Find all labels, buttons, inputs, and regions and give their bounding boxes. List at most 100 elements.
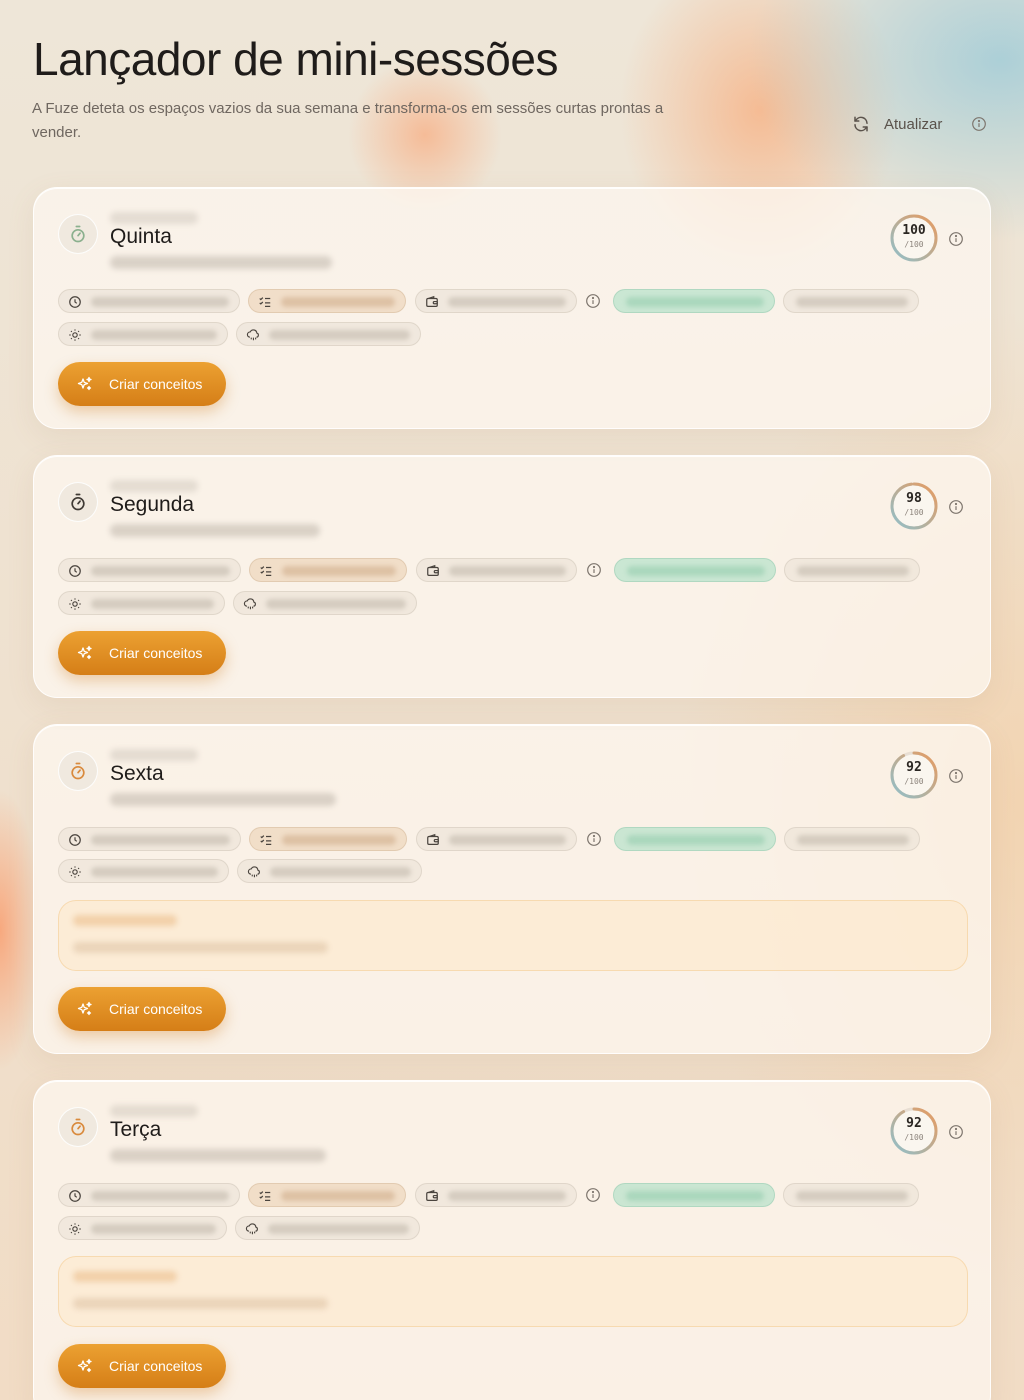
sparkles-icon (77, 1358, 92, 1373)
price-chip (416, 558, 577, 582)
score-ring-graphic (890, 751, 938, 799)
checklist-icon (260, 835, 272, 845)
timer-badge (58, 482, 98, 522)
info-icon[interactable] (948, 231, 964, 247)
create-concepts-button[interactable]: Criar conceitos (58, 987, 226, 1031)
create-concepts-label: Criar conceitos (109, 1001, 203, 1017)
page-subtitle: A Fuze deteta os espaços vazios da sua s… (32, 100, 664, 141)
create-concepts-button[interactable]: Criar conceitos (58, 631, 226, 675)
score-value: 100 (902, 223, 926, 238)
time-chip (58, 289, 240, 313)
time-chip (58, 827, 241, 851)
sparkles-icon (77, 645, 92, 660)
info-icon[interactable] (948, 499, 964, 515)
info-icon[interactable] (971, 116, 987, 132)
score-value: 98 (906, 491, 922, 506)
day-title: Terça (110, 1118, 162, 1141)
refresh-icon (854, 116, 868, 132)
tip-box (58, 1256, 968, 1327)
demand-chip (613, 1183, 775, 1207)
status-chip (783, 289, 919, 313)
stopwatch-icon (71, 1118, 85, 1136)
wallet-icon (427, 833, 439, 845)
create-concepts-label: Criar conceitos (109, 1358, 203, 1374)
create-concepts-button[interactable]: Criar conceitos (58, 362, 226, 406)
cloud-rain-icon (247, 866, 260, 878)
demand-chip (614, 827, 776, 851)
status-chip (784, 827, 920, 851)
price-chip (415, 1183, 577, 1207)
weather-chip (236, 322, 421, 346)
session-card: Sexta 92 /100 Criar conceitos (33, 724, 991, 1054)
timer-badge (58, 214, 98, 254)
stopwatch-icon (71, 762, 85, 780)
clock-icon (69, 834, 81, 846)
cloud-rain-icon (243, 598, 256, 610)
checklist-icon (260, 566, 272, 576)
demand-chip (613, 289, 775, 313)
sparkles-icon (77, 1001, 92, 1016)
score-ring-graphic (890, 1107, 938, 1155)
sun-icon (69, 329, 81, 341)
score-ring: 92 /100 (889, 1106, 939, 1156)
tasks-chip (249, 827, 407, 851)
score-ring: 92 /100 (889, 750, 939, 800)
wallet-icon (427, 564, 439, 576)
refresh-button[interactable]: Atualizar (852, 112, 942, 136)
day-title: Sexta (110, 762, 164, 785)
timer-badge (58, 751, 98, 791)
tip-box (58, 900, 968, 971)
time-chip (58, 558, 241, 582)
create-concepts-label: Criar conceitos (109, 645, 203, 661)
demand-chip (614, 558, 776, 582)
stopwatch-icon (71, 225, 85, 243)
stopwatch-icon (71, 493, 85, 511)
tasks-chip (249, 558, 407, 582)
day-title: Quinta (110, 225, 172, 248)
score-max: /100 (904, 777, 924, 786)
score-max: /100 (904, 1133, 924, 1142)
session-kicker-redacted (110, 1105, 198, 1117)
wallet-icon (426, 1189, 438, 1201)
cloud-rain-icon (246, 329, 259, 341)
wallet-icon (426, 295, 438, 307)
info-icon[interactable] (948, 1124, 964, 1140)
weather-chip (235, 1216, 420, 1240)
tasks-chip (248, 289, 406, 313)
weather-chip (233, 591, 417, 615)
session-time-redacted (110, 793, 336, 806)
page-title: Lançador de mini-sessões (33, 33, 558, 85)
day-title: Segunda (110, 493, 195, 516)
score-ring-graphic (890, 214, 938, 262)
info-icon[interactable] (586, 562, 602, 578)
session-kicker-redacted (110, 749, 198, 761)
sun-icon (69, 866, 81, 878)
score-value: 92 (906, 1116, 922, 1131)
sun-icon (69, 1223, 81, 1235)
score-max: /100 (904, 240, 924, 249)
price-chip (415, 289, 577, 313)
checklist-icon (259, 297, 271, 307)
refresh-label: Atualizar (884, 115, 943, 133)
score-ring: 98 /100 (889, 481, 939, 531)
session-card: Segunda 98 /100 Criar conceitos (33, 455, 991, 698)
daylight-chip (58, 591, 225, 615)
status-chip (783, 1183, 919, 1207)
session-kicker-redacted (110, 480, 198, 492)
info-icon[interactable] (585, 1187, 601, 1203)
info-icon[interactable] (948, 768, 964, 784)
session-time-redacted (110, 256, 332, 269)
tasks-chip (248, 1183, 406, 1207)
info-icon[interactable] (585, 293, 601, 309)
clock-icon (69, 565, 81, 577)
session-kicker-redacted (110, 212, 198, 224)
info-icon[interactable] (586, 831, 602, 847)
score-ring-graphic (890, 482, 938, 530)
sun-icon (69, 598, 81, 610)
price-chip (416, 827, 577, 851)
create-concepts-button[interactable]: Criar conceitos (58, 1344, 226, 1388)
sparkles-icon (77, 376, 92, 391)
score-ring: 100 /100 (889, 213, 939, 263)
session-time-redacted (110, 524, 320, 537)
daylight-chip (58, 859, 229, 883)
